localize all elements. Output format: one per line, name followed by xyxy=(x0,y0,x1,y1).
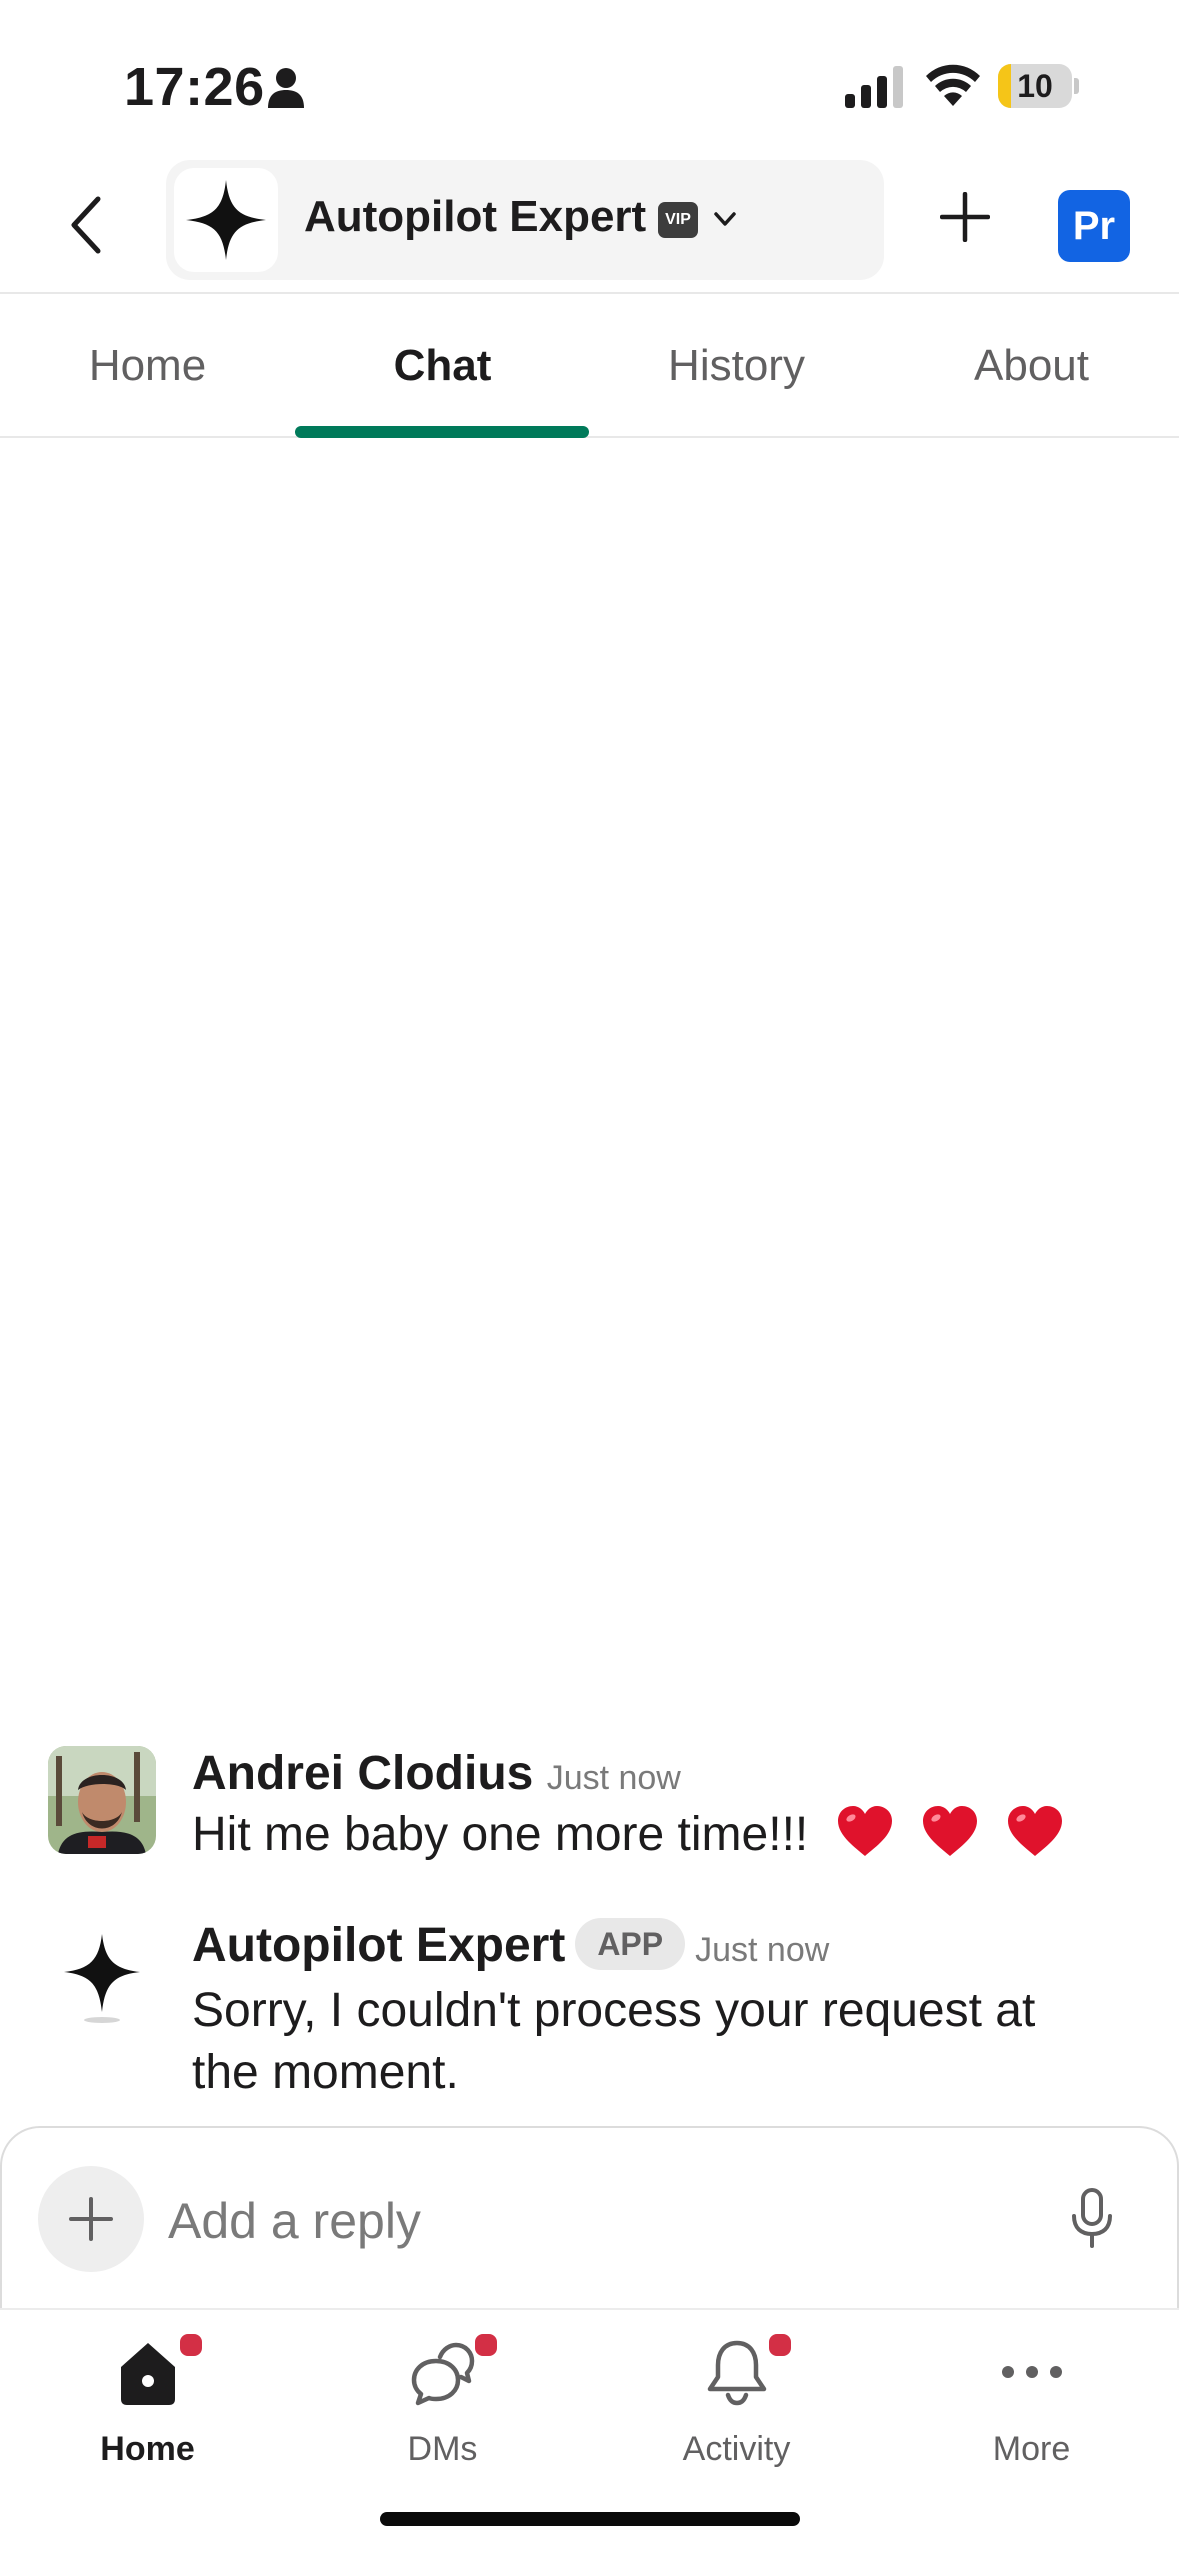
message-timestamp: Just now xyxy=(546,1759,681,1797)
notification-dot xyxy=(766,2331,794,2359)
message-item[interactable]: Andrei Clodius Just now Hit me baby one … xyxy=(0,1746,1179,1896)
channel-tabs: Home Chat History About xyxy=(0,292,1179,438)
message-author[interactable]: Andrei Clodius Just now xyxy=(192,1746,681,1801)
channel-switcher[interactable]: Autopilot Expert VIP xyxy=(166,160,884,280)
home-icon xyxy=(115,2334,181,2410)
chevron-down-icon xyxy=(714,212,736,226)
nav-more[interactable]: More xyxy=(884,2324,1179,2474)
battery-cap xyxy=(1074,78,1079,94)
tab-chat[interactable]: Chat xyxy=(295,294,590,438)
bell-icon xyxy=(704,2334,770,2410)
cellular-signal-icon xyxy=(845,66,903,108)
author-name[interactable]: Andrei Clodius xyxy=(192,1747,533,1800)
person-icon xyxy=(268,68,304,108)
dms-icon xyxy=(410,2334,476,2410)
microphone-icon xyxy=(1072,2188,1112,2248)
active-tab-indicator xyxy=(295,426,589,438)
microphone-button[interactable] xyxy=(1064,2180,1120,2256)
app-badge: APP xyxy=(575,1918,686,1970)
nav-activity-label: Activity xyxy=(682,2430,791,2468)
tab-history[interactable]: History xyxy=(589,294,884,438)
nav-activity[interactable]: Activity xyxy=(589,2324,884,2474)
status-time: 17:26 xyxy=(124,57,265,117)
chevron-left-icon xyxy=(71,196,101,254)
nav-dms-label: DMs xyxy=(407,2430,478,2468)
reply-input[interactable] xyxy=(168,2186,1008,2256)
plus-icon xyxy=(940,192,990,242)
wifi-icon xyxy=(926,64,980,106)
message-body: Hit me baby one more time!!! xyxy=(192,1808,809,1861)
battery-body: 10 xyxy=(998,64,1072,108)
message-author[interactable]: Autopilot Expert APP Just now xyxy=(192,1918,829,1973)
profile-avatar-button[interactable]: Pr xyxy=(1058,190,1130,262)
user-avatar[interactable] xyxy=(48,1746,156,1854)
channel-header: Autopilot Expert VIP Pr xyxy=(0,160,1179,292)
back-button[interactable] xyxy=(56,190,116,260)
battery-icon: 10 xyxy=(998,64,1080,108)
home-indicator[interactable] xyxy=(380,2512,800,2526)
message-text: Sorry, I couldn't process your request a… xyxy=(192,1984,1036,2099)
channel-avatar xyxy=(174,168,278,272)
author-name[interactable]: Autopilot Expert xyxy=(192,1919,565,1972)
tab-about[interactable]: About xyxy=(884,294,1179,438)
channel-name: Autopilot Expert xyxy=(304,192,647,241)
nav-home-label: Home xyxy=(100,2430,195,2468)
attach-button[interactable] xyxy=(38,2166,144,2272)
notification-dot xyxy=(472,2331,500,2359)
nav-more-label: More xyxy=(992,2430,1071,2468)
sparkle-icon xyxy=(186,180,266,260)
app-avatar[interactable] xyxy=(48,1920,156,2028)
message-item[interactable]: Autopilot Expert APP Just now Sorry, I cou… xyxy=(0,1918,1179,2118)
battery-percentage: 10 xyxy=(1017,68,1053,104)
nav-dms[interactable]: DMs xyxy=(295,2324,590,2474)
vip-badge: VIP xyxy=(658,202,698,238)
nav-home[interactable]: Home xyxy=(0,2324,295,2474)
add-button[interactable] xyxy=(932,184,998,250)
user-photo xyxy=(48,1746,156,1854)
heart-emoji xyxy=(837,1806,892,1856)
message-timestamp: Just now xyxy=(695,1931,830,1969)
message-text: Hit me baby one more time!!! xyxy=(192,1804,1112,1866)
status-bar: 17:26 10 xyxy=(0,0,1179,160)
heart-emoji xyxy=(1008,1806,1063,1856)
heart-emoji xyxy=(922,1806,977,1856)
tab-home[interactable]: Home xyxy=(0,294,295,438)
sparkle-icon xyxy=(64,1934,140,2023)
more-icon xyxy=(999,2334,1065,2410)
message-composer xyxy=(0,2126,1179,2310)
notification-dot xyxy=(177,2331,205,2359)
app-screen: 17:26 10 Autopilot Expert VIP Pr Home Ch… xyxy=(0,0,1179,2556)
plus-icon xyxy=(69,2197,113,2241)
